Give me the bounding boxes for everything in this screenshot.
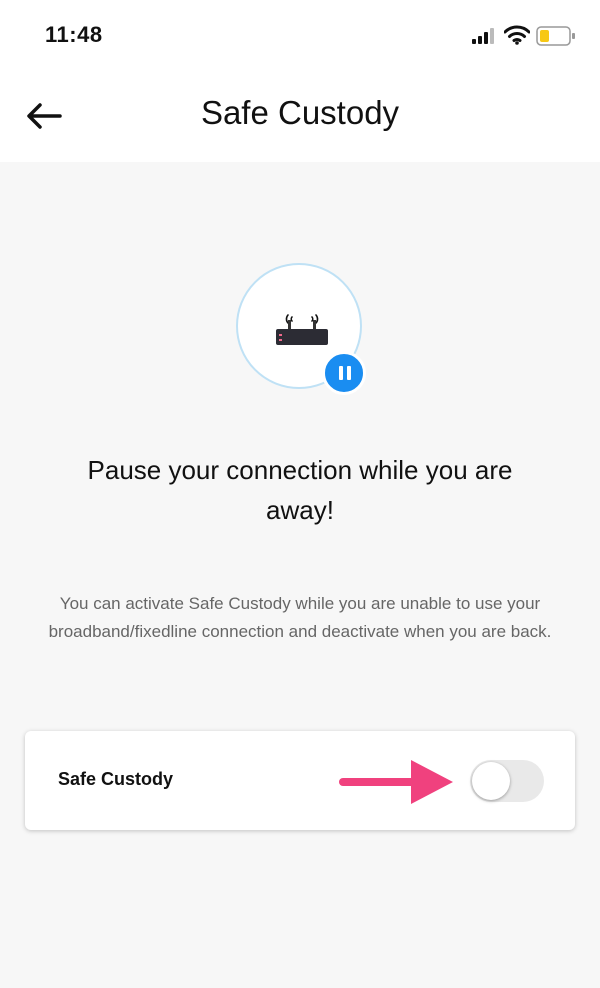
safe-custody-card: Safe Custody xyxy=(25,731,575,830)
headline: Pause your connection while you are away… xyxy=(87,455,513,525)
safe-custody-label: Safe Custody xyxy=(58,769,174,789)
header: Safe Custody xyxy=(0,72,600,162)
safe-custody-toggle[interactable] xyxy=(470,760,544,802)
description: You can activate Safe Custody while you … xyxy=(48,594,552,641)
arrow-right-icon xyxy=(339,760,453,804)
toggle-knob xyxy=(472,762,510,800)
status-time: 11:48 xyxy=(45,22,103,47)
signal-icon xyxy=(472,28,494,44)
status-bar: 11:48 xyxy=(0,0,600,72)
hero-illustration xyxy=(236,263,366,395)
page-title: Safe Custody xyxy=(200,94,400,131)
battery-icon xyxy=(536,26,575,46)
router-icon xyxy=(276,314,328,345)
pause-icon xyxy=(322,351,366,395)
wifi-icon xyxy=(504,25,530,45)
